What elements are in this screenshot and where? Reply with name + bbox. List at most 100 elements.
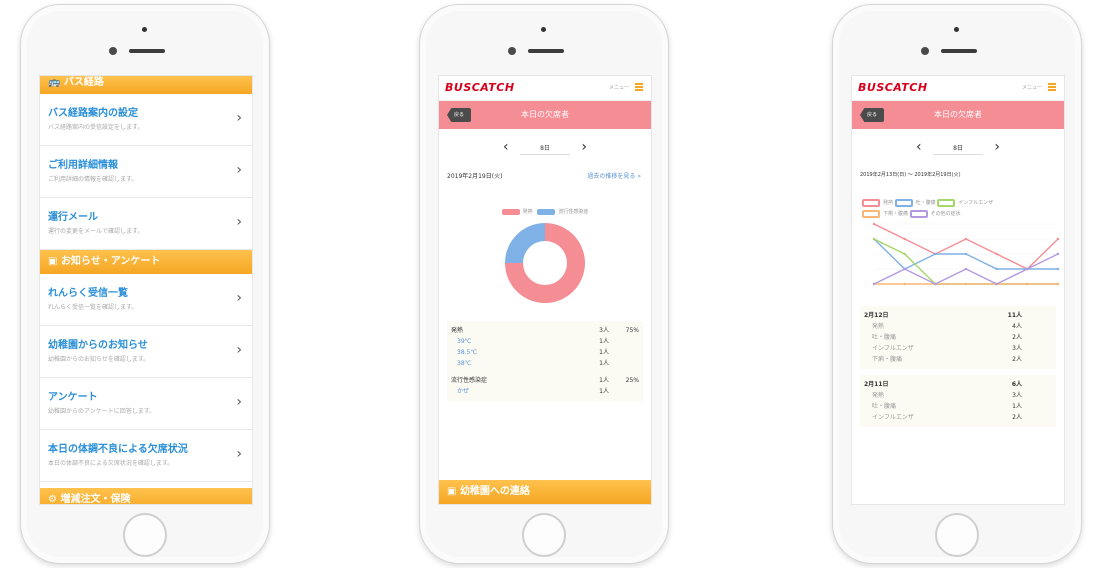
menu-title: アンケート [48, 392, 98, 403]
series-point [964, 267, 968, 271]
section-header-bus: 🚌 バス経路 [40, 76, 252, 94]
section-header-orders: ⚙ 増減注文・保険 [40, 488, 252, 505]
legend-swatch [501, 208, 520, 215]
row-count: 1人 [599, 388, 609, 395]
page-title: 本日の欠席者 [934, 110, 982, 119]
menu-subtitle: ご利用詳細の情報を確認します。 [48, 176, 138, 183]
footer-contact-bar[interactable]: ▣ 幼稚園への連絡 [439, 480, 651, 504]
series-point [1056, 282, 1060, 286]
menu-item-absence-status[interactable]: 本日の体調不良による欠席状況 本日の体調不良による欠席状況を確認します。 › [40, 430, 252, 482]
date-full: 2019年2月19日(火) [447, 173, 503, 180]
date-range: 2019年2月13日(日) 〜 2019年2月19日(火) [852, 165, 1064, 184]
legend-swatch [537, 208, 556, 215]
table-row[interactable]: 38.5℃ 1人 [451, 347, 639, 358]
menu-item-bus-route[interactable]: バス経路案内の設定 バス経路案内の受信設定をします。 › [40, 94, 252, 146]
date-row: 2019年2月19日(火) 過去の推移を見る » [439, 165, 651, 186]
section-header-notices: ▣ お知らせ・アンケート [40, 250, 252, 274]
table-row: 下痢・腹痛 2人 [864, 354, 1052, 365]
phone-1: 🚌 バス経路 バス経路案内の設定 バス経路案内の受信設定をします。 › ご利用詳… [20, 4, 270, 564]
legend-label: その他の症状 [930, 211, 961, 217]
legend-swatch [937, 198, 956, 207]
menu-title: 幼稚園からのお知らせ [48, 340, 148, 351]
row-label: 発熱 [872, 392, 885, 399]
table-row: 流行性感染症 1人 25% [451, 375, 639, 386]
row-count: 2人 [1012, 356, 1022, 363]
table-row: 発熱 4人 [864, 321, 1052, 332]
row-count: 2人 [1012, 414, 1022, 421]
buscatch-logo: BUSCATCH [445, 81, 515, 94]
row-count: 1人 [599, 360, 609, 367]
series-point [1026, 282, 1029, 286]
menu-subtitle: 幼稚園からのお知らせを確認します。 [48, 356, 150, 363]
app-header: BUSCATCH メニュー [852, 76, 1064, 101]
current-date: 8日 [933, 143, 983, 155]
menu-label[interactable]: メニュー [609, 84, 629, 91]
hamburger-icon[interactable] [635, 83, 643, 91]
series-point [995, 282, 998, 286]
absence-table: 発熱 3人 75% 39℃ 1人 38.5℃ 1人 38℃ 1人 流行性感染症 1人 25% … [447, 321, 643, 401]
series-point [872, 222, 876, 226]
hamburger-icon[interactable] [1048, 83, 1056, 91]
legend-label: 発熱 [883, 200, 894, 206]
row-label: 流行性感染症 [451, 377, 488, 384]
row-count: 3人 [1012, 392, 1022, 399]
chevron-right-icon[interactable]: › [581, 139, 587, 155]
series-point [903, 252, 906, 256]
row-count: 1人 [599, 338, 609, 345]
home-button[interactable] [522, 513, 566, 557]
menu-title: バス経路案内の設定 [48, 108, 138, 119]
back-button[interactable]: 戻る [860, 108, 884, 122]
menu-label[interactable]: メニュー [1022, 84, 1042, 91]
series-line [873, 223, 1059, 270]
past-trend-link[interactable]: 過去の推移を見る » [587, 171, 641, 180]
date-range-text: 2019年2月13日(日) 〜 2019年2月19日(火) [860, 172, 961, 178]
section-title: 増減注文・保険 [60, 494, 131, 505]
camera-dot [142, 27, 147, 32]
front-camera [921, 47, 929, 55]
back-button[interactable]: 戻る [447, 108, 471, 122]
phone-1-screen: 🚌 バス経路 バス経路案内の設定 バス経路案内の受信設定をします。 › ご利用詳… [39, 75, 253, 505]
table-row: 吐・腹痛 2人 [864, 332, 1052, 343]
menu-item-kindergarten-notices[interactable]: 幼稚園からのお知らせ 幼稚園からのお知らせを確認します。 › [40, 326, 252, 378]
row-label: 吐・腹痛 [872, 403, 897, 410]
series-point [903, 267, 906, 271]
row-label: インフルエンザ [872, 345, 914, 352]
legend-label: 下痢・腹痛 [883, 211, 909, 217]
series-point [1056, 267, 1060, 271]
chart-legend: 発熱 流行性感染症 [439, 208, 651, 215]
home-button[interactable] [935, 513, 979, 557]
document-icon: ▣ [447, 486, 457, 497]
day-title: 2月11日 [864, 381, 889, 388]
phone-3: BUSCATCH メニュー 戻る 本日の欠席者 ‹ 8日 › 2019年2月13… [832, 4, 1082, 564]
menu-item-usage-details[interactable]: ご利用詳細情報 ご利用詳細の情報を確認します。 › [40, 146, 252, 198]
home-button[interactable] [123, 513, 167, 557]
donut-slice [505, 223, 545, 263]
row-count: 1人 [599, 349, 609, 356]
series-point [964, 252, 968, 256]
buscatch-logo: BUSCATCH [858, 81, 928, 94]
date-selector: ‹ 8日 › [852, 129, 1064, 165]
chevron-left-icon[interactable]: ‹ [503, 139, 509, 155]
row-label: 38.5℃ [457, 349, 478, 356]
day-table-1: 2月12日 11人 発熱 4人 吐・腹痛 2人 インフルエンザ 3人 下痢・腹痛 2人 [860, 306, 1056, 369]
legend-swatch [862, 209, 880, 218]
title-bar: 戻る 本日の欠席者 [439, 101, 651, 129]
menu-item-operation-mail[interactable]: 運行メール 運行の変更をメールで確認します。 › [40, 198, 252, 250]
legend-label: インフルエンザ [958, 200, 994, 206]
chevron-right-icon: › [236, 110, 242, 126]
series-point [995, 267, 998, 271]
day-header: 2月11日 6人 [864, 379, 1052, 390]
bus-icon: 🚌 [48, 77, 61, 88]
front-camera [508, 47, 516, 55]
table-row[interactable]: かぜ 1人 [451, 386, 639, 397]
day-title: 2月12日 [864, 312, 889, 319]
menu-item-contact-list[interactable]: れんらく受信一覧 れんらく受信一覧を確認します。 › [40, 274, 252, 326]
chevron-right-icon: › [236, 214, 242, 230]
menu-item-survey[interactable]: アンケート 幼稚園からのアンケートに回答します。 › [40, 378, 252, 430]
chevron-right-icon[interactable]: › [994, 139, 1000, 155]
table-row[interactable]: 39℃ 1人 [451, 336, 639, 347]
table-row[interactable]: 38℃ 1人 [451, 358, 639, 369]
chevron-left-icon[interactable]: ‹ [916, 139, 922, 155]
row-label: 39℃ [457, 338, 472, 345]
row-label: 吐・腹痛 [872, 334, 897, 341]
